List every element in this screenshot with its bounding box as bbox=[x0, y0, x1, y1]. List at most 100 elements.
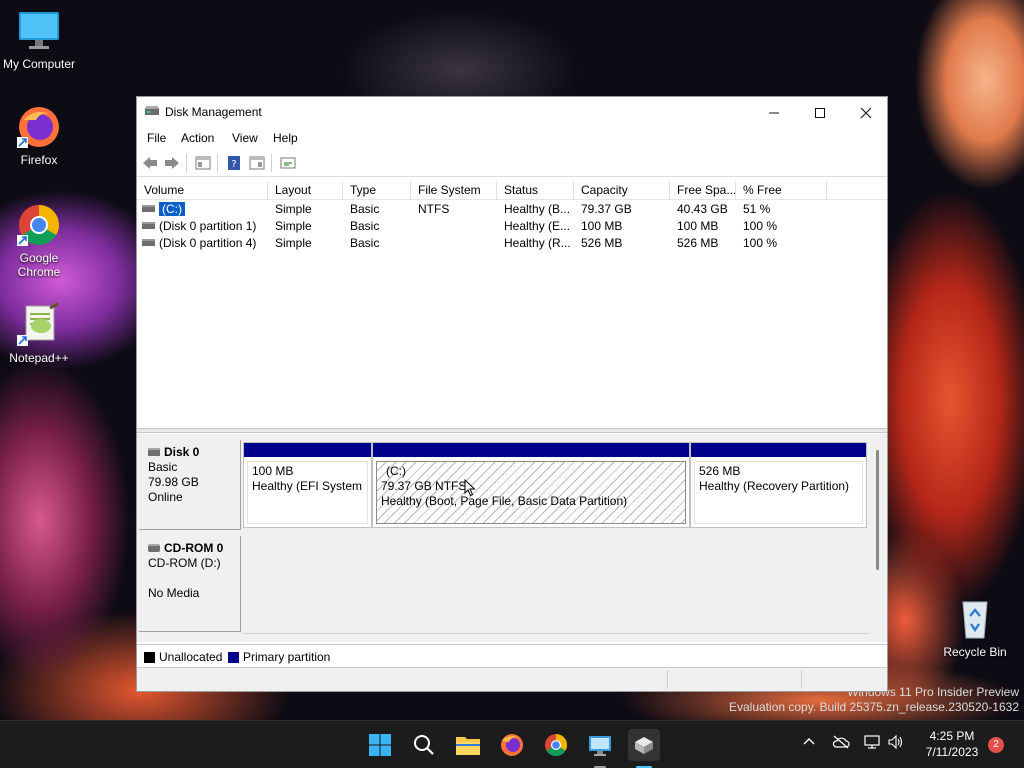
disk-view-scrollbar[interactable] bbox=[871, 440, 885, 640]
table-row[interactable]: (C:) Simple Basic NTFS Healthy (B... 79.… bbox=[137, 201, 887, 218]
partition-status: Healthy (Boot, Page File, Basic Data Par… bbox=[381, 494, 628, 508]
partition-c-drive[interactable]: (C:) 79.37 GB NTFS Healthy (Boot, Page F… bbox=[372, 442, 690, 528]
menu-help[interactable]: Help bbox=[273, 131, 298, 145]
table-row[interactable]: (Disk 0 partition 1) Simple Basic Health… bbox=[137, 218, 887, 235]
rescan-disks-icon[interactable] bbox=[280, 155, 296, 171]
taskbar-clock[interactable]: 4:25 PM 7/11/2023 bbox=[912, 728, 992, 760]
partition-status: Healthy (Recovery Partition) bbox=[699, 479, 850, 493]
network-button[interactable] bbox=[864, 735, 880, 753]
show-hidden-icons-button[interactable] bbox=[802, 735, 816, 753]
partition-body: (C:) 79.37 GB NTFS Healthy (Boot, Page F… bbox=[376, 461, 686, 524]
column-header-status[interactable]: Status bbox=[497, 181, 574, 200]
onedrive-button[interactable] bbox=[832, 735, 850, 753]
svg-text:?: ? bbox=[231, 159, 236, 170]
menu-bar: File Action View Help bbox=[137, 127, 887, 149]
forward-icon[interactable] bbox=[164, 155, 180, 171]
toolbar-separator bbox=[271, 154, 272, 172]
mouse-cursor-icon bbox=[464, 479, 476, 497]
column-header-capacity[interactable]: Capacity bbox=[574, 181, 670, 200]
cell-status: Healthy (E... bbox=[504, 219, 571, 233]
column-header-layout[interactable]: Layout bbox=[268, 181, 343, 200]
cdrom-icon bbox=[148, 544, 160, 552]
legend-primary-label: Primary partition bbox=[243, 650, 331, 664]
taskbar-file-explorer[interactable] bbox=[452, 729, 484, 761]
partition-size: 79.37 GB NTFS bbox=[381, 479, 467, 493]
start-button[interactable] bbox=[364, 729, 396, 761]
watermark-line-2: Evaluation copy. Build 25375.zn_release.… bbox=[729, 700, 1019, 714]
menu-view[interactable]: View bbox=[232, 131, 258, 145]
properties-icon[interactable] bbox=[249, 155, 265, 171]
status-separator bbox=[667, 670, 668, 689]
desktop-icon-firefox[interactable]: Firefox bbox=[0, 104, 79, 167]
disk-name: Disk 0 bbox=[164, 445, 200, 459]
status-bar bbox=[137, 668, 887, 691]
column-header-file-system[interactable]: File System bbox=[411, 181, 497, 200]
cell-volume: (C:) bbox=[137, 201, 268, 218]
disk-type: Basic bbox=[148, 460, 178, 474]
column-header-percent-free[interactable]: % Free bbox=[736, 181, 827, 200]
close-button[interactable] bbox=[843, 97, 889, 127]
column-header-free-space[interactable]: Free Spa... bbox=[670, 181, 736, 200]
disk-0-label[interactable]: Disk 0 Basic 79.98 GB Online bbox=[139, 440, 241, 530]
taskbar-chrome[interactable] bbox=[540, 729, 572, 761]
back-icon[interactable] bbox=[142, 155, 158, 171]
taskbar: 4:25 PM 7/11/2023 2 bbox=[0, 720, 1024, 768]
partition-status: Healthy (EFI System P bbox=[252, 479, 363, 493]
desktop-icon-my-computer[interactable]: My Computer bbox=[0, 8, 79, 71]
windows-start-icon bbox=[369, 734, 391, 756]
column-header-volume[interactable]: Volume bbox=[137, 181, 268, 200]
disk-type: CD-ROM (D:) bbox=[148, 556, 221, 570]
cell-layout: Simple bbox=[275, 219, 312, 233]
volume-name: (Disk 0 partition 1) bbox=[159, 219, 257, 233]
chrome-icon bbox=[16, 202, 62, 248]
toolbar-separator bbox=[186, 154, 187, 172]
disk-management-window[interactable]: Disk Management File Action View Help ? bbox=[136, 96, 888, 692]
help-icon[interactable]: ? bbox=[226, 155, 242, 171]
partition-size: 526 MB bbox=[699, 464, 741, 478]
taskbar-firefox[interactable] bbox=[496, 729, 528, 761]
cell-free-space: 40.43 GB bbox=[677, 202, 728, 216]
cell-percent-free: 100 % bbox=[743, 236, 778, 250]
partition-body: 526 MB Healthy (Recovery Partition) bbox=[694, 461, 863, 524]
cell-layout: Simple bbox=[275, 202, 312, 216]
menu-action[interactable]: Action bbox=[181, 131, 214, 145]
volume-button[interactable] bbox=[888, 734, 904, 753]
show-hide-console-tree-icon[interactable] bbox=[195, 155, 211, 171]
desktop-icon-chrome[interactable]: Google Chrome bbox=[0, 202, 79, 279]
legend-unallocated-label: Unallocated bbox=[159, 650, 223, 664]
column-header-type[interactable]: Type bbox=[343, 181, 411, 200]
title-bar[interactable]: Disk Management bbox=[137, 97, 887, 127]
close-icon bbox=[860, 107, 872, 118]
disk-name: CD-ROM 0 bbox=[164, 541, 224, 555]
volume-name: (C:) bbox=[159, 202, 185, 216]
scrollbar-thumb[interactable] bbox=[876, 450, 879, 570]
desktop-icon-recycle-bin[interactable]: Recycle Bin bbox=[935, 596, 1015, 659]
cell-percent-free: 100 % bbox=[743, 219, 778, 233]
desktop-icon-label: My Computer bbox=[2, 57, 76, 71]
remote-desktop-icon bbox=[589, 736, 611, 756]
taskbar-search-button[interactable] bbox=[408, 729, 440, 761]
cdrom-0-label[interactable]: CD-ROM 0 CD-ROM (D:) No Media bbox=[139, 536, 241, 632]
table-row[interactable]: (Disk 0 partition 4) Simple Basic Health… bbox=[137, 235, 887, 252]
partition-efi[interactable]: 100 MB Healthy (EFI System P bbox=[243, 442, 372, 528]
minimize-button[interactable] bbox=[751, 97, 797, 127]
desktop-icon-notepad-plus-plus[interactable]: Notepad++ bbox=[0, 302, 79, 365]
taskbar-disk-management[interactable] bbox=[628, 729, 660, 768]
cell-file-system: NTFS bbox=[418, 202, 450, 216]
menu-file[interactable]: File bbox=[147, 131, 166, 145]
cloud-offline-icon bbox=[832, 735, 850, 749]
notification-badge[interactable]: 2 bbox=[988, 737, 1004, 753]
toolbar: ? bbox=[137, 149, 887, 177]
disk-graphical-view: Disk 0 Basic 79.98 GB Online 100 MB Heal… bbox=[137, 434, 887, 642]
legend-unallocated-swatch bbox=[144, 652, 155, 663]
maximize-button[interactable] bbox=[797, 97, 843, 127]
chevron-up-icon bbox=[803, 738, 815, 745]
partition-recovery[interactable]: 526 MB Healthy (Recovery Partition) bbox=[690, 442, 867, 528]
taskbar-remote-desktop[interactable] bbox=[584, 729, 616, 768]
pane-splitter[interactable] bbox=[137, 428, 887, 433]
cell-file-system bbox=[411, 218, 497, 235]
toolbar-separator bbox=[217, 154, 218, 172]
firefox-icon bbox=[16, 104, 62, 150]
volume-list[interactable]: Volume Layout Type File System Status Ca… bbox=[137, 181, 887, 427]
legend-bar: Unallocated Primary partition bbox=[137, 644, 887, 668]
